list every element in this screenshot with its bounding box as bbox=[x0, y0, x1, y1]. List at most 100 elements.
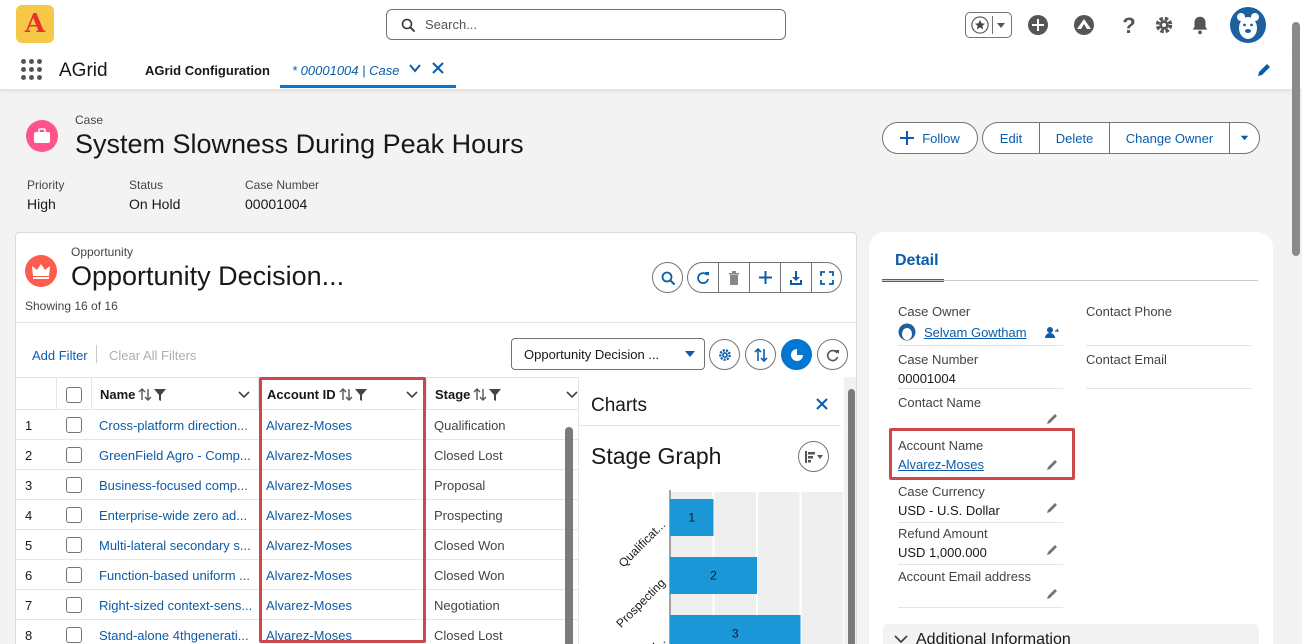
additional-information-section[interactable]: Additional Information bbox=[883, 624, 1259, 644]
pencil-icon[interactable] bbox=[1046, 412, 1059, 425]
delete-rows-button[interactable] bbox=[718, 262, 749, 293]
row-checkbox[interactable] bbox=[65, 567, 82, 583]
chart-title: Stage Graph bbox=[591, 443, 722, 469]
global-search[interactable] bbox=[386, 9, 786, 40]
column-header-name[interactable]: Name bbox=[91, 378, 258, 411]
delete-button[interactable]: Delete bbox=[1039, 122, 1109, 154]
app-logo[interactable]: A bbox=[16, 5, 54, 43]
chart-toggle-button[interactable] bbox=[781, 339, 812, 370]
user-avatar[interactable] bbox=[1230, 7, 1266, 43]
account-id-link[interactable]: Alvarez-Moses bbox=[266, 590, 416, 620]
column-header-stage[interactable]: Stage bbox=[426, 378, 578, 411]
change-owner-icon[interactable] bbox=[1045, 326, 1059, 340]
close-icon[interactable] bbox=[431, 61, 445, 75]
pencil-icon[interactable] bbox=[1046, 458, 1059, 471]
tab-detail[interactable]: Detail bbox=[882, 244, 944, 282]
row-checkbox[interactable] bbox=[65, 627, 82, 643]
grid-scrollbar[interactable] bbox=[565, 427, 573, 644]
more-actions-button[interactable] bbox=[1229, 122, 1260, 154]
clear-filters-link[interactable]: Clear All Filters bbox=[109, 348, 196, 363]
opportunity-name-link[interactable]: Right-sized context-sens... bbox=[99, 590, 254, 620]
account-name-link[interactable]: Alvarez-Moses bbox=[898, 457, 1063, 475]
row-checkbox[interactable] bbox=[65, 477, 82, 493]
change-owner-button[interactable]: Change Owner bbox=[1109, 122, 1229, 154]
sort-icon[interactable] bbox=[473, 388, 487, 401]
pencil-icon[interactable] bbox=[1046, 587, 1059, 600]
row-checkbox[interactable] bbox=[65, 537, 82, 553]
pencil-icon[interactable] bbox=[1046, 543, 1059, 556]
chevron-down-icon[interactable] bbox=[406, 390, 418, 399]
table-row[interactable]: 8 Stand-alone 4thgenerati... Alvarez-Moses… bbox=[16, 620, 578, 644]
redo-icon bbox=[826, 349, 839, 361]
close-icon[interactable] bbox=[815, 397, 829, 411]
table-row[interactable]: 3 Business-focused comp... Alvarez-Moses Pr… bbox=[16, 470, 578, 500]
account-id-link[interactable]: Alvarez-Moses bbox=[266, 530, 416, 560]
opportunity-name-link[interactable]: Business-focused comp... bbox=[99, 470, 254, 500]
setup-button[interactable] bbox=[1151, 12, 1177, 38]
tab-case-record[interactable]: * 00001004 | Case bbox=[280, 50, 456, 88]
edit-button[interactable]: Edit bbox=[982, 122, 1039, 154]
column-header-account-id[interactable]: Account ID bbox=[258, 378, 426, 411]
refresh-button[interactable] bbox=[687, 262, 718, 293]
filter-icon[interactable] bbox=[354, 388, 367, 401]
table-row[interactable]: 5 Multi-lateral secondary s... Alvarez-Mos… bbox=[16, 530, 578, 560]
account-id-link[interactable]: Alvarez-Moses bbox=[266, 470, 416, 500]
page-scrollbar[interactable] bbox=[1292, 22, 1300, 256]
star-icon bbox=[971, 16, 989, 34]
chart-type-button[interactable] bbox=[798, 441, 829, 472]
account-id-link[interactable]: Alvarez-Moses bbox=[266, 440, 416, 470]
search-input[interactable] bbox=[425, 17, 765, 32]
case-owner-link[interactable]: Selvam Gowtham bbox=[924, 325, 1027, 340]
add-filter-link[interactable]: Add Filter bbox=[32, 348, 88, 363]
opportunity-name-link[interactable]: GreenField Agro - Comp... bbox=[99, 440, 254, 470]
opportunity-name-link[interactable]: Multi-lateral secondary s... bbox=[99, 530, 254, 560]
pencil-icon[interactable] bbox=[1046, 501, 1059, 514]
table-row[interactable]: 4 Enterprise-wide zero ad... Alvarez-Moses… bbox=[16, 500, 578, 530]
edit-nav-icon[interactable] bbox=[1256, 62, 1272, 78]
app-launcher-icon[interactable] bbox=[21, 59, 42, 80]
table-row[interactable]: 1 Cross-platform direction... Alvarez-Mose… bbox=[16, 410, 578, 440]
view-select[interactable]: Opportunity Decision ... bbox=[511, 338, 705, 370]
sort-icon[interactable] bbox=[339, 388, 353, 401]
table-row[interactable]: 2 GreenField Agro - Comp... Alvarez-Moses C… bbox=[16, 440, 578, 470]
account-id-link[interactable]: Alvarez-Moses bbox=[266, 560, 416, 590]
row-checkbox[interactable] bbox=[65, 417, 82, 433]
follow-button[interactable]: Follow bbox=[882, 122, 978, 154]
grid-search-button[interactable] bbox=[652, 262, 683, 293]
filter-icon[interactable] bbox=[489, 388, 502, 401]
sort-icon[interactable] bbox=[138, 388, 152, 401]
account-id-link[interactable]: Alvarez-Moses bbox=[266, 620, 416, 644]
opportunity-name-link[interactable]: Function-based uniform ... bbox=[99, 560, 254, 590]
panel-scrollbar-thumb[interactable] bbox=[848, 389, 855, 644]
select-all-checkbox[interactable] bbox=[66, 386, 82, 403]
grid-settings-button[interactable] bbox=[709, 339, 740, 370]
trailhead-button[interactable] bbox=[1071, 12, 1097, 38]
expand-icon bbox=[819, 270, 834, 285]
notifications-button[interactable] bbox=[1187, 12, 1213, 38]
chevron-down-icon[interactable] bbox=[238, 390, 250, 399]
expand-button[interactable] bbox=[811, 262, 842, 293]
panel-scrollbar-track[interactable] bbox=[844, 377, 856, 644]
opportunity-name-link[interactable]: Stand-alone 4thgenerati... bbox=[99, 620, 254, 644]
row-checkbox[interactable] bbox=[65, 597, 82, 613]
account-id-link[interactable]: Alvarez-Moses bbox=[266, 500, 416, 530]
stage-cell: Closed Lost bbox=[434, 447, 503, 463]
filter-icon[interactable] bbox=[154, 388, 167, 401]
row-checkbox[interactable] bbox=[65, 447, 82, 463]
opportunity-name-link[interactable]: Enterprise-wide zero ad... bbox=[99, 500, 254, 530]
help-button[interactable]: ? bbox=[1116, 12, 1142, 38]
table-row[interactable]: 7 Right-sized context-sens... Alvarez-Mose… bbox=[16, 590, 578, 620]
global-actions-button[interactable] bbox=[1025, 12, 1051, 38]
sort-button[interactable] bbox=[745, 339, 776, 370]
download-button[interactable] bbox=[780, 262, 811, 293]
favorites-button[interactable] bbox=[965, 12, 1012, 38]
chevron-down-icon[interactable] bbox=[408, 61, 422, 75]
opportunity-name-link[interactable]: Cross-platform direction... bbox=[99, 410, 254, 440]
redo-button[interactable] bbox=[817, 339, 848, 370]
chevron-down-icon[interactable] bbox=[566, 390, 578, 399]
account-id-link[interactable]: Alvarez-Moses bbox=[266, 410, 416, 440]
add-row-button[interactable] bbox=[749, 262, 780, 293]
row-checkbox[interactable] bbox=[65, 507, 82, 523]
table-row[interactable]: 6 Function-based uniform ... Alvarez-Moses… bbox=[16, 560, 578, 590]
tab-agrid-configuration[interactable]: AGrid Configuration bbox=[145, 63, 270, 78]
